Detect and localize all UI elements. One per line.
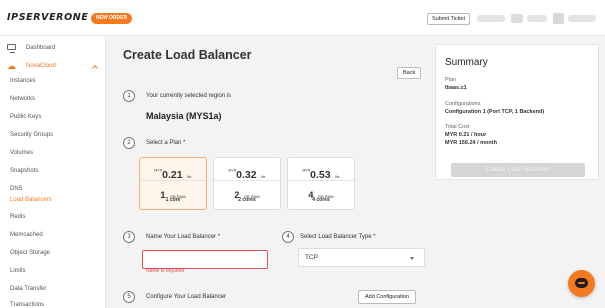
avatar[interactable]	[553, 13, 564, 24]
sidebar-item-data-transfer[interactable]: Data Transfer	[10, 286, 46, 292]
user-name	[568, 15, 596, 22]
add-configuration-button[interactable]: Add Configuration	[358, 290, 417, 304]
step-label: Your currently selected region is	[146, 93, 232, 99]
sidebar-item-transactions[interactable]: Transactions	[10, 302, 44, 308]
sidebar-item-snapshots[interactable]: Snapshots	[10, 168, 38, 174]
plan-card[interactable]: MYR0.32 /hr 2 GB RAM 2 cores	[213, 157, 281, 210]
plan-cores: 4 cores	[312, 197, 330, 203]
account-info	[477, 15, 505, 22]
monitor-icon	[7, 44, 17, 53]
chat-icon	[575, 278, 588, 288]
submit-ticket-button[interactable]: Submit Ticket	[427, 13, 471, 25]
summary-title: Summary	[445, 57, 488, 68]
sidebar-item-dashboard[interactable]: Dashboard	[7, 44, 56, 53]
plan-cores: 2 cores	[238, 197, 256, 203]
sidebar-item-networks[interactable]: Networks	[10, 96, 35, 102]
step-label: Select Load Balancer Type *	[300, 234, 376, 240]
summary-plan-label: Plan	[445, 77, 457, 83]
chevron-up-icon[interactable]	[92, 65, 98, 71]
summary-panel: Summary Plan lbaas.c1 Configurations Con…	[435, 44, 599, 180]
summary-plan-value: lbaas.c1	[445, 85, 467, 91]
divider	[140, 180, 206, 181]
region-value: Malaysia (MYS1a)	[146, 111, 222, 121]
divider	[214, 180, 280, 181]
sidebar-item-dns[interactable]: DNS	[10, 186, 23, 192]
sidebar-item-redis[interactable]: Redis	[10, 214, 25, 220]
summary-cost-label: Total Cost	[445, 124, 470, 130]
divider	[288, 180, 354, 181]
error-message: Name is required	[146, 268, 185, 274]
summary-cost-hour: MYR 0.21 / hour	[445, 132, 487, 138]
top-bar: IPSERVERONE NEW ORDER Submit Ticket	[0, 0, 605, 36]
sidebar: Dashboard ☁ NovaCloud Instances Networks…	[0, 36, 106, 308]
summary-config-label: Configurations	[445, 101, 481, 107]
sidebar-item-limits[interactable]: Limits	[10, 268, 26, 274]
chat-button[interactable]	[568, 270, 595, 297]
step-number: 1	[123, 90, 135, 102]
select-value: TCP	[305, 254, 318, 261]
step-label: Select a Plan *	[146, 140, 186, 146]
cloud-icon: ☁	[7, 61, 16, 71]
sidebar-item-load-balancers[interactable]: Load Balancers	[10, 197, 52, 203]
caret-down-icon	[410, 257, 414, 260]
back-button[interactable]: Back	[397, 67, 422, 79]
load-balancer-name-input[interactable]	[142, 250, 268, 269]
sidebar-item-novacloud[interactable]: ☁ NovaCloud	[7, 61, 56, 71]
sidebar-item-public-keys[interactable]: Public Keys	[10, 114, 41, 120]
sidebar-item-volumes[interactable]: Volumes	[10, 150, 33, 156]
step-label: Name Your Load Balancer *	[146, 234, 221, 240]
sidebar-item-memcached[interactable]: Memcached	[10, 232, 43, 238]
page-title: Create Load Balancer	[123, 48, 252, 62]
user-area[interactable]	[475, 11, 600, 26]
step-number: 3	[123, 231, 135, 243]
plan-card[interactable]: MYR0.53 /hr 4 GB RAM 4 cores	[287, 157, 355, 210]
summary-config-value: Configuration 1 (Port TCP, 1 Backend)	[445, 109, 545, 115]
create-load-balancer-button[interactable]: Create Load Balancer	[451, 163, 585, 177]
notification-icon[interactable]	[511, 14, 523, 23]
sidebar-item-instances[interactable]: Instances	[10, 78, 36, 84]
plan-cores: 1 core	[165, 197, 181, 203]
step-number: 4	[282, 231, 294, 243]
sidebar-item-object-storage[interactable]: Object Storage	[10, 250, 50, 256]
account-balance	[527, 15, 547, 22]
plan-card[interactable]: MYR0.21 /hr 1 GB RAM 1 core	[139, 157, 207, 210]
sidebar-item-label: Dashboard	[26, 45, 56, 51]
step-label: Configure Your Load Balancer	[146, 294, 227, 300]
step-number: 5	[123, 291, 135, 303]
sidebar-item-label: NovaCloud	[26, 63, 56, 69]
load-balancer-type-select[interactable]: TCP	[298, 248, 425, 267]
logo[interactable]: IPSERVERONE	[7, 12, 88, 23]
summary-cost-month: MYR 156.24 / month	[445, 140, 497, 146]
step-number: 2	[123, 137, 135, 149]
new-order-button[interactable]: NEW ORDER	[91, 13, 133, 24]
sidebar-item-security-groups[interactable]: Security Groups	[10, 132, 53, 138]
